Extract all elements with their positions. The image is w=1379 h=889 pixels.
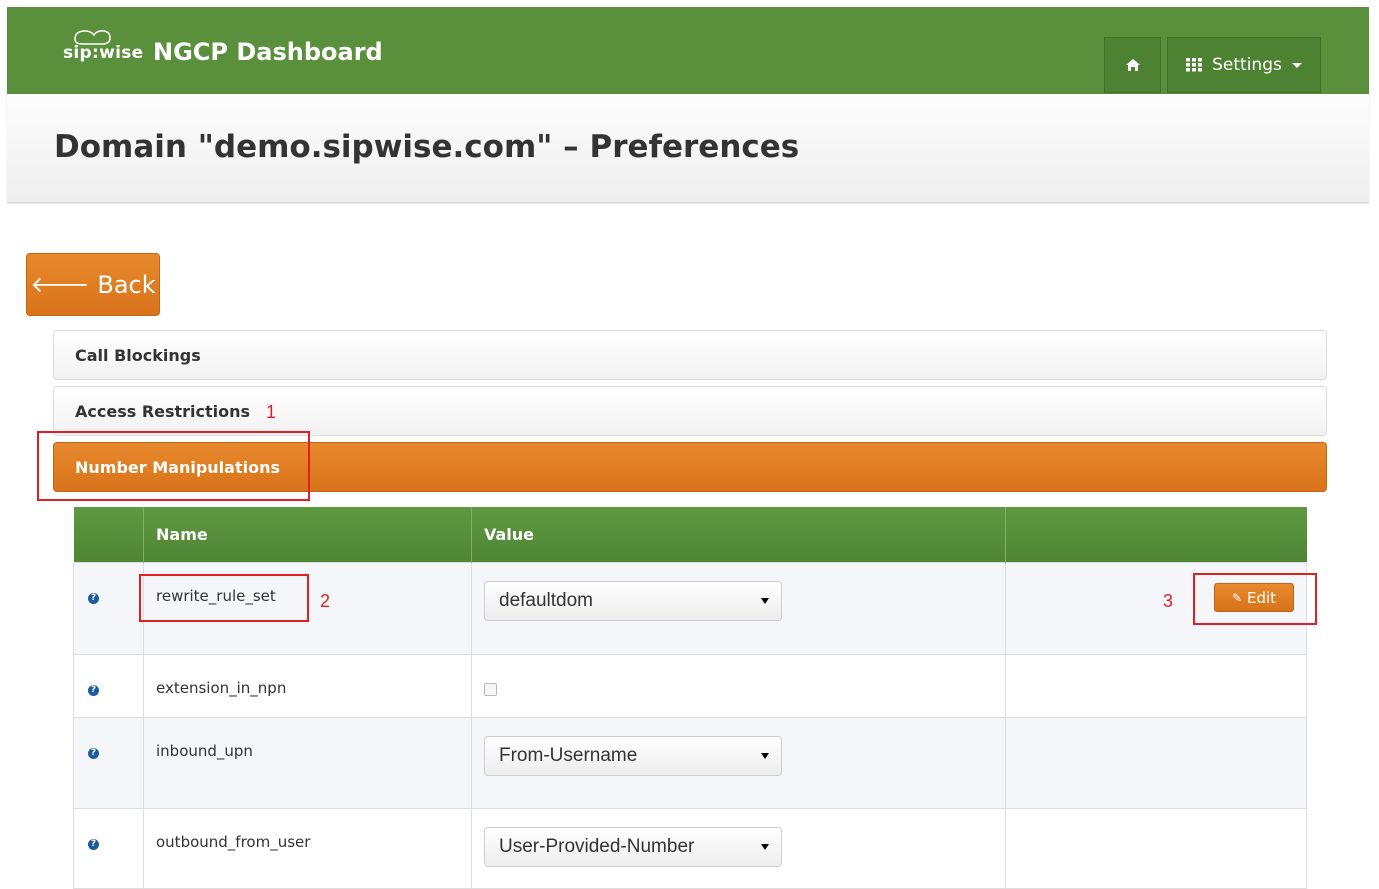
settings-label: Settings	[1212, 55, 1282, 75]
value-cell: From-Username	[471, 716, 1006, 809]
value-cell: User-Provided-Number	[471, 807, 1006, 889]
select-arrow-icon	[761, 843, 769, 850]
caret-down-icon	[1291, 62, 1302, 68]
table-row: ? extension_in_npn	[73, 653, 1307, 718]
back-button-label: Back	[97, 270, 156, 299]
annotation-box-3	[1193, 573, 1317, 625]
annotation-number-2: 2	[320, 591, 331, 611]
settings-dropdown-button[interactable]: Settings	[1167, 37, 1321, 93]
name-cell: outbound_from_user	[143, 807, 472, 889]
section-label: Call Blockings	[75, 345, 201, 365]
header-value: Value	[471, 507, 1006, 562]
preferences-table: Name Value ? rewrite_rule_set defaultdom…	[73, 507, 1307, 889]
select-arrow-icon	[761, 752, 769, 759]
annotation-number-1: 1	[266, 402, 277, 422]
name-cell: inbound_upn	[143, 716, 472, 809]
help-cell: ?	[73, 716, 144, 809]
question-circle-icon[interactable]: ?	[88, 747, 99, 759]
actions-cell	[1005, 716, 1307, 809]
header-actions	[1005, 507, 1307, 562]
inbound-upn-select[interactable]: From-Username	[484, 735, 782, 776]
table-row: ? inbound_upn From-Username	[73, 716, 1307, 809]
outbound-from-user-select[interactable]: User-Provided-Number	[484, 826, 782, 867]
grid-icon	[1186, 58, 1203, 72]
preference-name: extension_in_npn	[156, 678, 287, 697]
question-circle-icon[interactable]: ?	[88, 592, 99, 604]
logo-text: sip:wise	[63, 43, 144, 63]
question-circle-icon[interactable]: ?	[88, 838, 99, 850]
top-navbar: sip:wise NGCP Dashboard Settings	[7, 7, 1369, 95]
actions-cell	[1005, 653, 1307, 718]
page-title: Domain "demo.sipwise.com" – Preferences	[54, 129, 800, 165]
table-row: ? outbound_from_user User-Provided-Numbe…	[73, 807, 1307, 889]
annotation-box-1	[37, 431, 310, 501]
section-label: Access Restrictions	[75, 401, 251, 421]
header-name: Name	[143, 507, 472, 562]
home-button[interactable]	[1104, 37, 1161, 93]
page-header: Domain "demo.sipwise.com" – Preferences	[7, 94, 1369, 203]
name-cell: extension_in_npn	[143, 653, 472, 718]
annotation-number-3: 3	[1163, 591, 1174, 611]
value-cell: defaultdom	[471, 561, 1006, 655]
app-title: NGCP Dashboard	[153, 38, 383, 66]
preference-name: outbound_from_user	[156, 832, 311, 851]
help-cell: ?	[73, 561, 144, 655]
help-cell: ?	[73, 807, 144, 889]
value-cell	[471, 653, 1006, 718]
home-icon	[1125, 59, 1140, 71]
help-cell: ?	[73, 653, 144, 718]
actions-cell	[1005, 807, 1307, 889]
extension-in-npn-checkbox[interactable]	[484, 682, 497, 696]
header-help	[73, 507, 144, 562]
select-value: defaultdom	[499, 589, 594, 611]
annotation-box-2	[139, 574, 309, 622]
select-value: From-Username	[499, 744, 638, 766]
arrow-left-icon: 🡐	[30, 272, 90, 298]
table-header-row: Name Value	[73, 507, 1307, 562]
section-call-blockings[interactable]: Call Blockings	[53, 330, 1327, 380]
rewrite-rule-set-select[interactable]: defaultdom	[484, 580, 782, 621]
select-arrow-icon	[761, 597, 769, 604]
question-circle-icon[interactable]: ?	[88, 684, 99, 696]
section-access-restrictions[interactable]: Access Restrictions	[53, 386, 1327, 436]
back-button[interactable]: 🡐 Back	[26, 253, 160, 316]
preference-name: inbound_upn	[156, 741, 253, 760]
select-value: User-Provided-Number	[499, 835, 695, 857]
